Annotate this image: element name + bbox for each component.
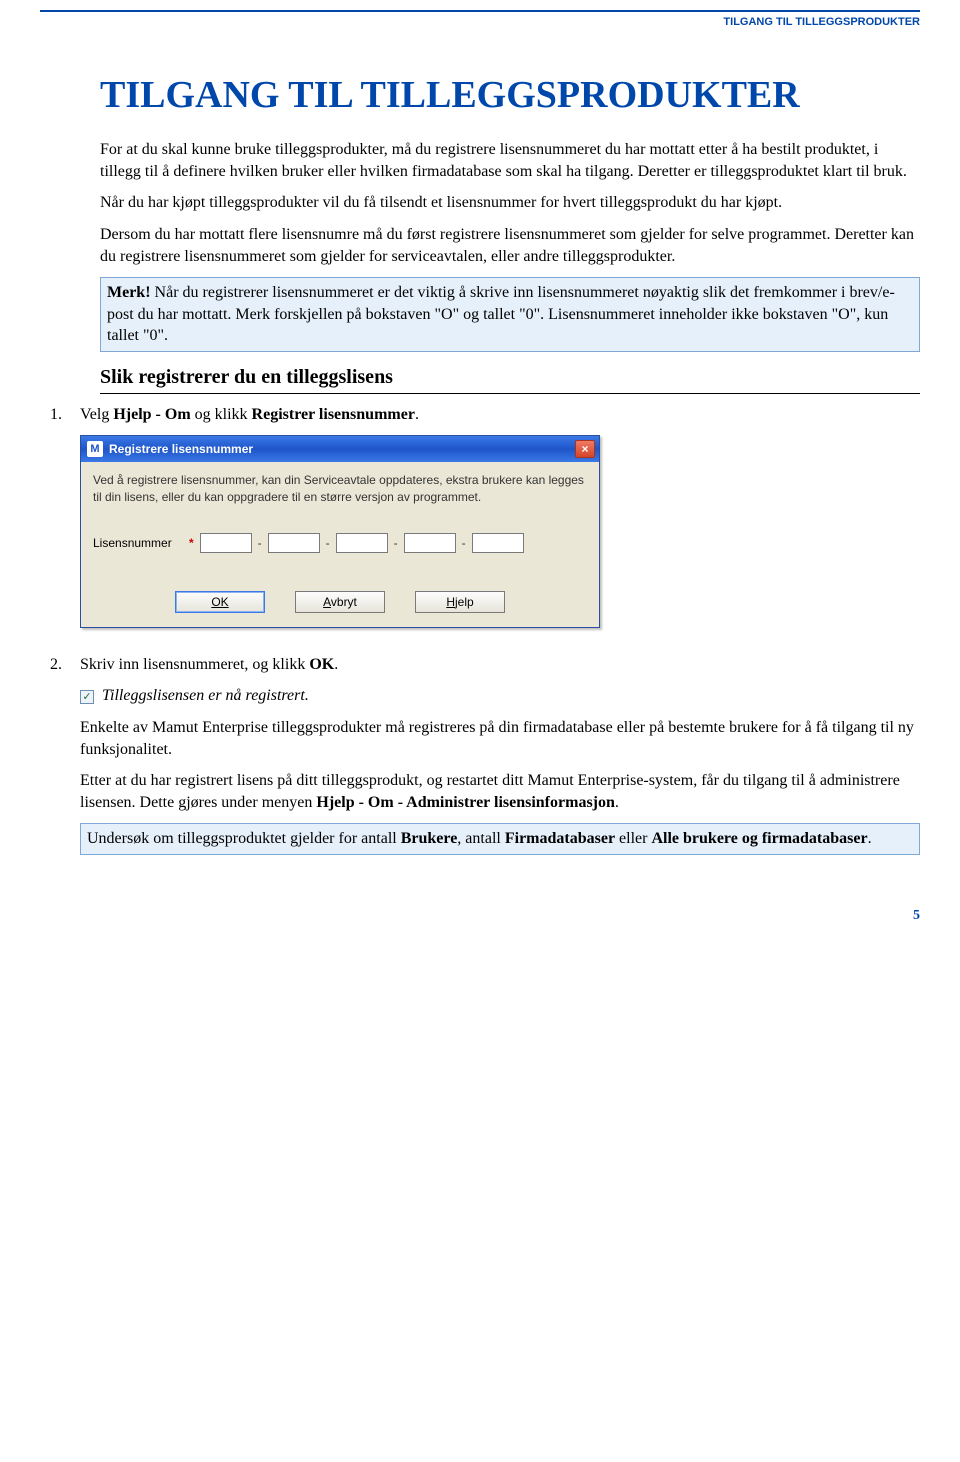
post-paragraph-1: Enkelte av Mamut Enterprise tilleggsprod… [80,717,920,760]
app-icon: M [87,441,103,457]
license-segment-3[interactable] [336,533,388,553]
note-bold-label: Merk! [107,284,151,301]
dialog-title: Registrere lisensnummer [109,441,253,457]
segment-separator: - [326,535,330,551]
license-dialog: M Registrere lisensnummer × Ved å regist… [80,435,600,627]
license-segment-4[interactable] [404,533,456,553]
note-text: Når du registrerer lisensnummeret er det… [107,284,895,344]
step-1-number: 1. [50,404,80,426]
intro-paragraph-3: Dersom du har mottatt flere lisensnumre … [100,224,920,267]
header-section-label: TILGANG TIL TILLEGGSPRODUKTER [40,15,920,30]
registered-text: Tilleggslisensen er nå registrert. [102,687,309,704]
license-segment-5[interactable] [472,533,524,553]
intro-paragraph-1: For at du skal kunne bruke tilleggsprodu… [100,139,920,182]
note-box-merk: Merk! Når du registrerer lisensnummeret … [100,277,920,352]
dialog-body-text: Ved å registrere lisensnummer, kan din S… [93,472,587,504]
checkmark-icon: ✓ [80,690,94,704]
step-1: 1. Velg Hjelp - Om og klikk Registrer li… [50,404,920,644]
ok-button[interactable]: OK [175,591,265,613]
segment-separator: - [394,535,398,551]
license-segment-2[interactable] [268,533,320,553]
header-rule [40,10,920,12]
intro-paragraph-2: Når du har kjøpt tilleggsprodukter vil d… [100,192,920,214]
close-icon[interactable]: × [575,440,595,458]
segment-separator: - [258,535,262,551]
post-paragraph-2: Etter at du har registrert lisens på dit… [80,770,920,813]
page-title: TILGANG TIL TILLEGGSPRODUKTER [100,70,920,121]
page-number: 5 [40,907,920,926]
step-1-text: Velg Hjelp - Om og klikk Registrer lisen… [80,406,419,423]
license-field-row: Lisensnummer * - - - - [93,533,587,553]
note-box-undersok: Undersøk om tilleggsproduktet gjelder fo… [80,823,920,855]
dialog-titlebar: M Registrere lisensnummer × [81,436,599,462]
cancel-button[interactable]: Avbryt [295,591,385,613]
subheading-register: Slik registrerer du en tilleggslisens [100,364,920,394]
segment-separator: - [462,535,466,551]
license-field-label: Lisensnummer [93,535,183,551]
help-button[interactable]: Hjelp [415,591,505,613]
step-2-number: 2. [50,654,80,676]
step-2: 2. Skriv inn lisensnummeret, og klikk OK… [50,654,920,867]
required-asterisk: * [189,535,194,551]
license-segment-1[interactable] [200,533,252,553]
registered-confirmation: ✓ Tilleggslisensen er nå registrert. [80,685,920,707]
step-2-text: Skriv inn lisensnummeret, og klikk OK. [80,656,338,673]
